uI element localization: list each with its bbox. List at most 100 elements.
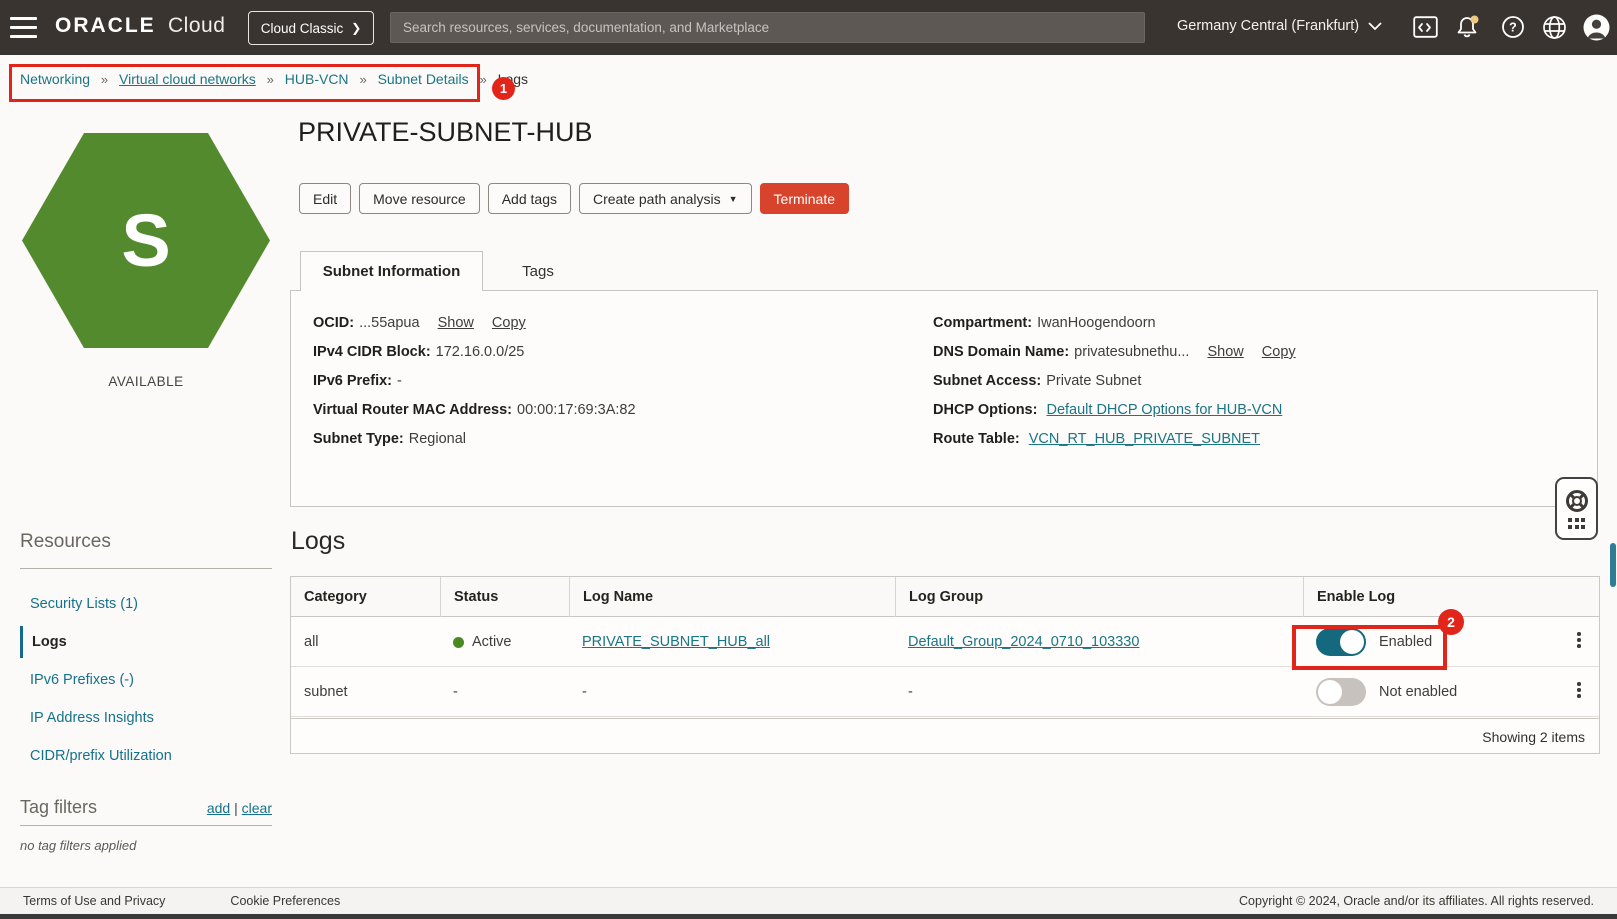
tag-filter-links: add | clear [20, 800, 272, 816]
field-compartment: Compartment: IwanHoogendoorn [933, 315, 1156, 331]
sidebar-item-security-lists[interactable]: Security Lists (1) [20, 588, 272, 620]
tag-link-divider: | [234, 800, 238, 816]
copyright-text: Copyright © 2024, Oracle and/or its affi… [1239, 894, 1594, 908]
sidebar-item-ip-address-insights[interactable]: IP Address Insights [20, 702, 272, 734]
subnet-information-panel: OCID: ...55apua Show Copy IPv4 CIDR Block… [290, 290, 1598, 507]
logs-table-header: Category Status Log Name Log Group Enabl… [291, 577, 1599, 617]
tab-subnet-information[interactable]: Subnet Information [300, 251, 483, 291]
dns-copy-link[interactable]: Copy [1262, 344, 1296, 360]
top-bar: ORACLE Cloud Cloud Classic ❯ Germany Cen… [0, 0, 1617, 55]
life-ring-icon [1565, 490, 1588, 513]
logs-section-title: Logs [291, 527, 346, 555]
annotation-badge-2: 2 [1438, 609, 1464, 635]
notifications-bell-icon[interactable] [1454, 13, 1482, 41]
field-ipv4-cidr: IPv4 CIDR Block: 172.16.0.0/25 [313, 344, 525, 360]
chevron-right-icon: ❯ [351, 21, 362, 35]
add-tags-button[interactable]: Add tags [487, 183, 571, 214]
svg-text:?: ? [1509, 21, 1517, 35]
help-widget[interactable] [1555, 477, 1598, 540]
cell-status: - [453, 684, 458, 700]
field-virtual-router-mac: Virtual Router MAC Address: 00:00:17:69:3… [313, 402, 636, 418]
sidebar-item-logs[interactable]: Logs [20, 626, 272, 658]
field-ocid: OCID: ...55apua Show Copy [313, 315, 526, 331]
terminate-button[interactable]: Terminate [759, 183, 850, 214]
divider [20, 568, 272, 569]
column-header-log-name: Log Name [569, 577, 895, 617]
globe-language-icon[interactable] [1540, 13, 1568, 41]
subnet-hexagon-icon: S [22, 133, 270, 348]
field-dhcp-options: DHCP Options: Default DHCP Options for H… [933, 402, 1283, 418]
move-resource-button[interactable]: Move resource [359, 183, 480, 214]
app-grid-icon [1568, 518, 1585, 529]
no-tag-filters-note: no tag filters applied [20, 838, 137, 853]
annotation-box-2 [1292, 625, 1447, 670]
subnet-icon-letter: S [121, 199, 171, 282]
cell-log-name: PRIVATE_SUBNET_HUB_all [569, 617, 895, 667]
cell-category: subnet [304, 684, 348, 700]
ocid-copy-link[interactable]: Copy [492, 315, 526, 331]
route-table-link[interactable]: VCN_RT_HUB_PRIVATE_SUBNET [1029, 431, 1260, 447]
cloud-classic-label: Cloud Classic [260, 20, 344, 36]
help-icon[interactable]: ? [1499, 13, 1527, 41]
cell-category: all [304, 634, 319, 650]
field-ipv6-prefix: IPv6 Prefix: - [313, 373, 402, 389]
tag-clear-link[interactable]: clear [242, 800, 272, 816]
region-label: Germany Central (Frankfurt) [1177, 18, 1360, 34]
ocid-show-link[interactable]: Show [438, 315, 474, 331]
annotation-badge-1: 1 [492, 77, 515, 100]
resources-title: Resources [20, 531, 111, 552]
table-row-subnet: subnet - - - Not enabled [291, 667, 1599, 717]
terms-link[interactable]: Terms of Use and Privacy [23, 894, 165, 908]
dns-show-link[interactable]: Show [1207, 344, 1243, 360]
table-footer: Showing 2 items [291, 718, 1599, 754]
status-label: AVAILABLE [108, 374, 184, 389]
dhcp-options-link[interactable]: Default DHCP Options for HUB-VCN [1046, 402, 1282, 418]
field-subnet-type: Subnet Type: Regional [313, 431, 467, 447]
breadcrumb-separator: » [479, 72, 487, 87]
log-group-link[interactable]: Default_Group_2024_0710_103330 [908, 634, 1139, 650]
brand-cloud: Cloud [168, 14, 226, 37]
sidebar-item-ipv6-prefixes[interactable]: IPv6 Prefixes (-) [20, 664, 272, 696]
cell-log-group: Default_Group_2024_0710_103330 [895, 617, 1303, 667]
console-icon[interactable] [1411, 13, 1439, 41]
cell-log-group: - [908, 684, 913, 700]
cloud-classic-button[interactable]: Cloud Classic ❯ [248, 11, 374, 45]
row-actions-menu-icon[interactable] [1571, 632, 1587, 652]
region-selector[interactable]: Germany Central (Frankfurt) [1177, 18, 1382, 34]
divider [20, 825, 272, 826]
active-status-dot [453, 636, 464, 648]
cookie-preferences-link[interactable]: Cookie Preferences [230, 894, 340, 908]
field-dns-domain-name: DNS Domain Name: privatesubnethu... Show … [933, 344, 1296, 360]
create-path-analysis-label: Create path analysis [592, 190, 721, 207]
field-route-table: Route Table: VCN_RT_HUB_PRIVATE_SUBNET [933, 431, 1261, 447]
tab-tags[interactable]: Tags [503, 251, 573, 291]
log-name-link[interactable]: PRIVATE_SUBNET_HUB_all [582, 634, 770, 650]
brand-oracle: ORACLE [55, 14, 156, 37]
chevron-down-icon [1368, 21, 1382, 30]
hamburger-menu-icon[interactable] [10, 17, 37, 38]
resources-nav: Security Lists (1) Logs IPv6 Prefixes (-… [20, 588, 272, 778]
user-avatar[interactable] [1582, 13, 1610, 41]
cell-log-name: - [582, 684, 587, 700]
page: ORACLE Cloud Cloud Classic ❯ Germany Cen… [0, 0, 1617, 919]
row-actions-menu-icon[interactable] [1571, 682, 1587, 702]
column-header-category: Category [304, 589, 367, 605]
annotation-box-1 [9, 64, 480, 102]
sidebar-item-cidr-prefix-utilization[interactable]: CIDR/prefix Utilization [20, 740, 272, 772]
field-subnet-access: Subnet Access: Private Subnet [933, 373, 1142, 389]
oracle-cloud-logo[interactable]: ORACLE Cloud [55, 14, 225, 38]
action-buttons: Edit Move resource Add tags Create path … [299, 183, 850, 214]
tag-add-link[interactable]: add [207, 800, 230, 816]
page-footer: Terms of Use and Privacy Cookie Preferen… [0, 887, 1617, 914]
window-bottom-edge [0, 914, 1617, 919]
create-path-analysis-button[interactable]: Create path analysis ▼ [578, 183, 752, 214]
page-title: PRIVATE-SUBNET-HUB [298, 117, 593, 147]
search-input[interactable] [390, 12, 1145, 43]
column-header-log-group: Log Group [895, 577, 1303, 617]
enable-log-toggle-off[interactable] [1316, 678, 1366, 706]
scrollbar-thumb[interactable] [1610, 543, 1616, 587]
edit-button[interactable]: Edit [299, 183, 352, 214]
column-header-status: Status [440, 577, 569, 617]
cell-enable-log: Not enabled [1303, 667, 1599, 717]
caret-down-icon: ▼ [728, 193, 738, 204]
